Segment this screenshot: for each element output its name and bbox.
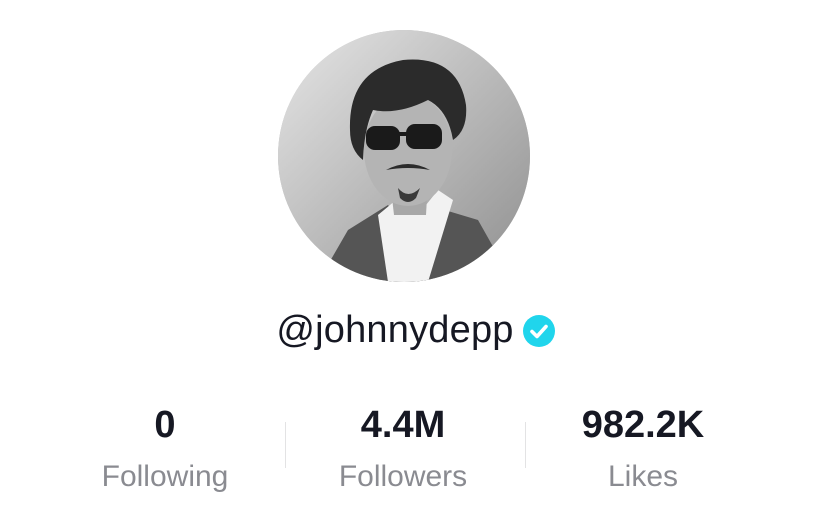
handle-row: @johnnydepp [0, 300, 832, 360]
stat-following[interactable]: 0 Following [55, 400, 275, 500]
profile-avatar[interactable] [278, 30, 530, 282]
following-label: Following [101, 460, 229, 493]
likes-count: 982.2K [581, 404, 705, 446]
username-handle: @johnnydepp [276, 308, 514, 351]
stat-likes[interactable]: 982.2K Likes [533, 400, 753, 500]
stat-followers[interactable]: 4.4M Followers [293, 400, 513, 500]
profile-page: @johnnydepp 0 Following 4.4M Followers 9… [0, 0, 832, 530]
followers-label: Followers [338, 460, 468, 493]
avatar-photo [278, 30, 530, 282]
profile-stats: 0 Following 4.4M Followers 982.2K Likes [0, 400, 832, 500]
following-count: 0 [154, 404, 176, 446]
likes-label: Likes [607, 460, 679, 493]
verified-badge-icon [522, 315, 555, 347]
followers-count: 4.4M [360, 404, 446, 446]
stat-divider [285, 422, 286, 468]
stat-divider [525, 422, 526, 468]
